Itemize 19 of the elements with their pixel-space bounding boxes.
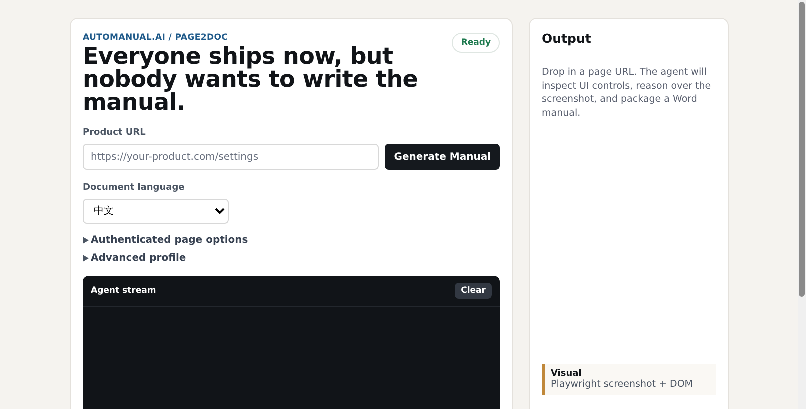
url-input-field[interactable]: https://your-product.com/settings [83, 144, 380, 170]
disclosure-triangle-icon[interactable] [83, 236, 89, 244]
section-toggle[interactable]: Authenticated page options [91, 234, 248, 246]
generate-button[interactable]: Generate Manual [385, 144, 500, 170]
field-label: Product URL [83, 128, 147, 138]
output-title: Output [542, 31, 592, 46]
clear-button[interactable]: Clear [455, 283, 492, 299]
headline: Everyone ships now, but nobody wants to write the manual. [83, 46, 420, 115]
language-select[interactable]: 中文 [83, 199, 229, 224]
status-badge: Ready [452, 33, 500, 53]
callout-text: Playwright screenshot + DOM [551, 379, 694, 390]
panel-title: Agent stream [91, 286, 156, 296]
output-description: Drop in a page URL. The agent will inspect UI controls, reason over the screenshot, and package a Word manual. [542, 66, 712, 120]
field-label: Document language [83, 183, 186, 193]
section-toggle[interactable]: Advanced profile [91, 252, 186, 264]
callout-title: Visual [551, 369, 583, 379]
disclosure-triangle-icon[interactable] [83, 254, 89, 262]
scrollbar[interactable] [798, 0, 806, 409]
breadcrumb: AUTOMANUAL.AI / PAGE2DOC [83, 33, 230, 43]
